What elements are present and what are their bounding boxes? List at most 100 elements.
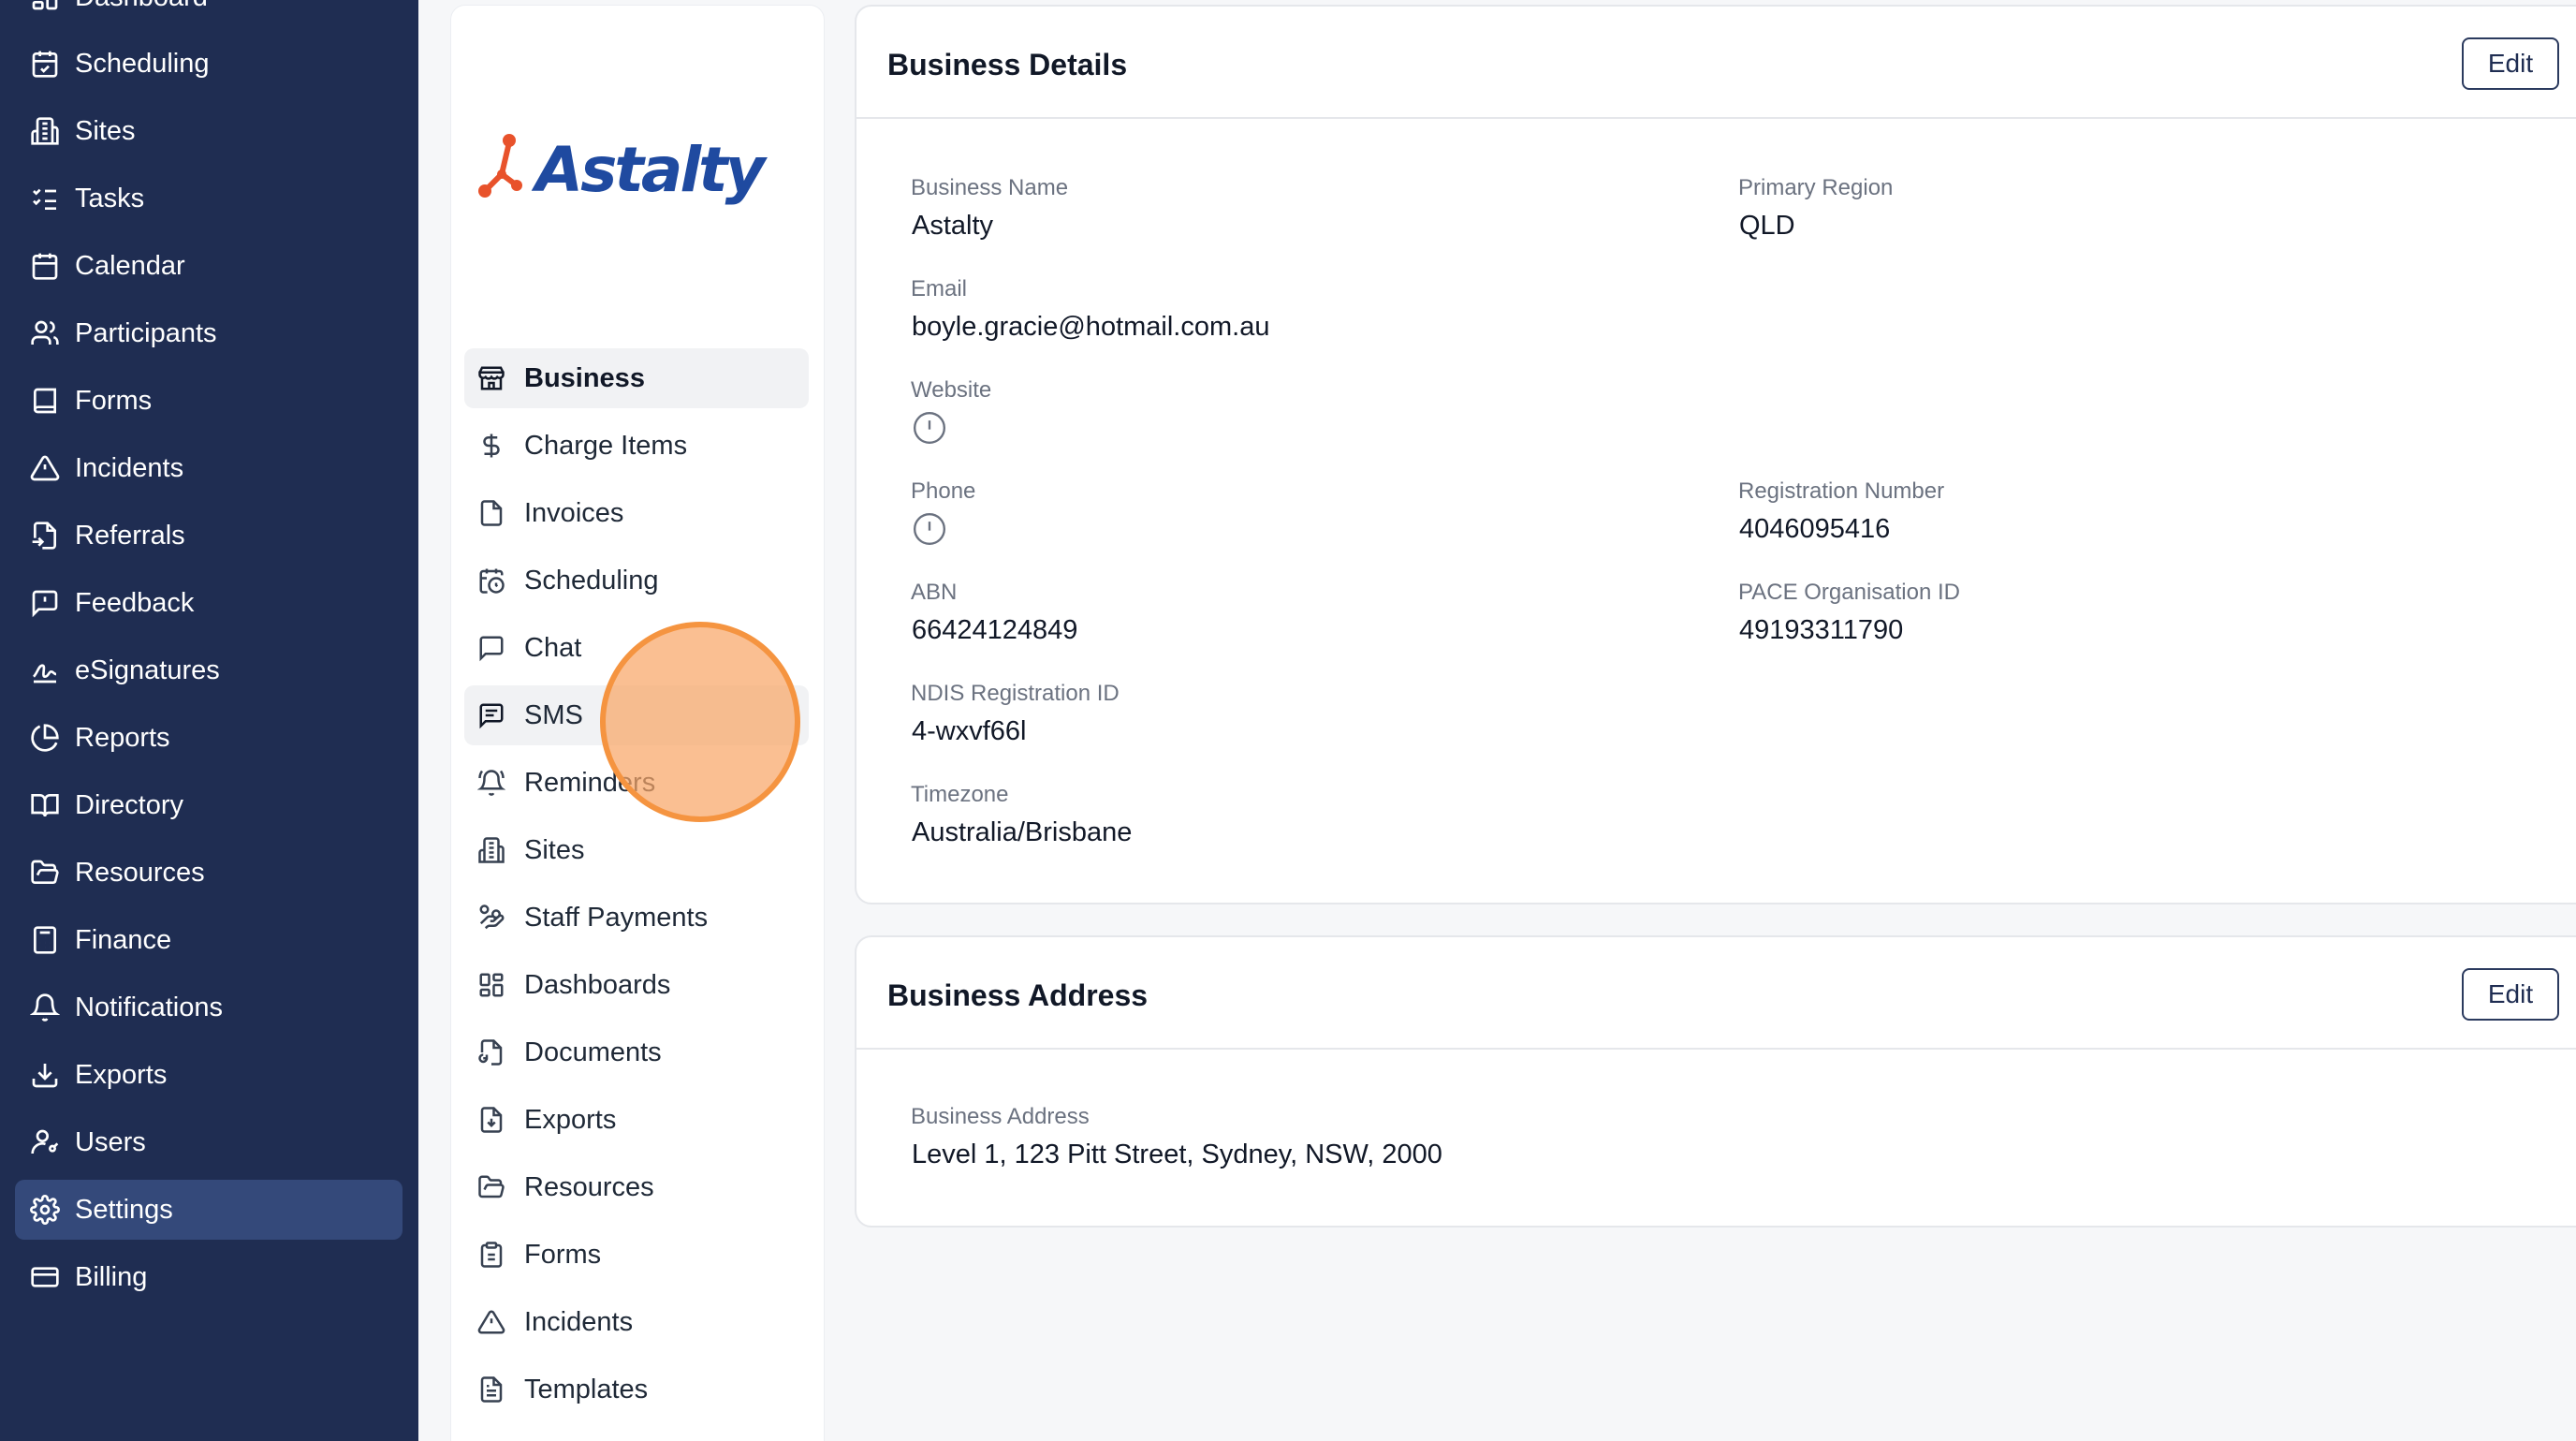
- settings-nav-resources[interactable]: Resources: [464, 1157, 809, 1217]
- ndis-id-label: NDIS Registration ID: [911, 681, 1120, 706]
- pace-id-value: 49193311790: [1739, 615, 1904, 645]
- sidebar-item-settings[interactable]: Settings: [15, 1180, 402, 1240]
- sidebar-item-scheduling[interactable]: Scheduling: [15, 34, 402, 94]
- settings-nav-charge-items[interactable]: Charge Items: [464, 416, 809, 476]
- clipboard-icon: [477, 1241, 505, 1269]
- website-label: Website: [911, 377, 992, 403]
- book-open-icon: [30, 790, 60, 820]
- store-icon: [477, 364, 505, 392]
- settings-nav-staff-payments[interactable]: Staff Payments: [464, 888, 809, 948]
- settings-nav-invoices[interactable]: Invoices: [464, 483, 809, 543]
- sidebar-item-label: Dashboard: [75, 0, 208, 13]
- settings-nav-incidents[interactable]: Incidents: [464, 1292, 809, 1352]
- edit-business-details-button[interactable]: Edit: [2462, 37, 2559, 90]
- sidebar-item-label: Forms: [75, 385, 153, 416]
- click-indicator: [600, 622, 800, 822]
- sidebar-item-label: Exports: [75, 1059, 168, 1090]
- warning-triangle-icon: [30, 453, 60, 483]
- sidebar-item-notifications[interactable]: Notifications: [15, 978, 402, 1037]
- sidebar-item-label: Notifications: [75, 992, 223, 1022]
- business-address-label: Business Address: [911, 1104, 1090, 1129]
- message-text-icon: [477, 701, 505, 729]
- sidebar-item-exports[interactable]: Exports: [15, 1045, 402, 1105]
- sidebar-item-feedback[interactable]: Feedback: [15, 573, 402, 633]
- sidebar-item-label: Incidents: [75, 452, 184, 483]
- gear-icon: [30, 1195, 60, 1225]
- sidebar-item-reports[interactable]: Reports: [15, 708, 402, 768]
- sidebar-item-sites[interactable]: Sites: [15, 101, 402, 161]
- sidebar-item-tasks[interactable]: Tasks: [15, 169, 402, 228]
- sidebar-item-label: Referrals: [75, 520, 185, 551]
- settings-nav-label: Staff Payments: [524, 902, 709, 933]
- settings-nav-templates[interactable]: Templates: [464, 1360, 809, 1419]
- settings-nav-label: Resources: [524, 1171, 654, 1202]
- sidebar-item-forms[interactable]: Forms: [15, 371, 402, 431]
- settings-nav-forms[interactable]: Forms: [464, 1225, 809, 1285]
- dashboard-icon: [30, 0, 60, 12]
- settings-nav-business[interactable]: Business: [464, 348, 809, 408]
- sidebar-item-label: Participants: [75, 317, 217, 348]
- building-icon: [30, 116, 60, 146]
- sidebar-item-directory[interactable]: Directory: [15, 775, 402, 835]
- card-header: Business Details Edit: [856, 7, 2576, 119]
- phone-label: Phone: [911, 478, 976, 504]
- sidebar-item-referrals[interactable]: Referrals: [15, 506, 402, 566]
- sidebar-item-label: eSignatures: [75, 654, 220, 685]
- settings-nav-documents[interactable]: Documents: [464, 1022, 809, 1082]
- timezone-label: Timezone: [911, 782, 1009, 807]
- business-address-title: Business Address: [887, 978, 1149, 1012]
- settings-nav-label: Sites: [524, 834, 585, 865]
- registration-number-label: Registration Number: [1738, 478, 1945, 504]
- primary-region-value: QLD: [1739, 211, 1795, 241]
- email-value: boyle.gracie@hotmail.com.au: [912, 312, 1270, 342]
- settings-nav-scheduling[interactable]: Scheduling: [464, 551, 809, 610]
- file-text-icon: [477, 1375, 505, 1404]
- calendar-check-icon: [30, 49, 60, 79]
- settings-nav-label: Forms: [524, 1239, 602, 1270]
- users-icon: [30, 318, 60, 348]
- sidebar-item-esignatures[interactable]: eSignatures: [15, 640, 402, 700]
- business-address-card: Business Address Edit Business Address L…: [855, 935, 2576, 1228]
- business-address-value: Level 1, 123 Pitt Street, Sydney, NSW, 2…: [912, 1140, 1442, 1169]
- sidebar-item-label: Billing: [75, 1261, 148, 1292]
- sidebar-item-label: Feedback: [75, 587, 195, 618]
- edit-business-address-button[interactable]: Edit: [2462, 968, 2559, 1021]
- svg-text:Astalty: Astalty: [531, 134, 768, 206]
- settings-nav-label: Scheduling: [524, 565, 659, 596]
- sidebar-item-billing[interactable]: Billing: [15, 1247, 402, 1307]
- list-checks-icon: [30, 184, 60, 213]
- sidebar-item-dashboard[interactable]: Dashboard: [15, 0, 402, 27]
- sidebar-item-participants[interactable]: Participants: [15, 303, 402, 363]
- sidebar-item-label: Tasks: [75, 183, 145, 213]
- building-icon: [477, 836, 505, 864]
- sidebar-item-label: Directory: [75, 789, 184, 820]
- sidebar-item-label: Sites: [75, 115, 136, 146]
- settings-nav-label: Documents: [524, 1037, 662, 1067]
- sidebar-item-calendar[interactable]: Calendar: [15, 236, 402, 296]
- abn-value: 66424124849: [912, 615, 1078, 645]
- dashboard-icon: [477, 971, 505, 999]
- folder-open-icon: [477, 1173, 505, 1201]
- sidebar-item-users[interactable]: Users: [15, 1112, 402, 1172]
- bell-ring-icon: [477, 769, 505, 797]
- business-details-card: Business Details Edit Business Name Asta…: [855, 5, 2576, 904]
- settings-nav-sites[interactable]: Sites: [464, 820, 809, 880]
- hand-coins-icon: [477, 904, 505, 932]
- credit-card-icon: [30, 1262, 60, 1292]
- folder-open-icon: [30, 858, 60, 888]
- settings-nav-dashboards[interactable]: Dashboards: [464, 955, 809, 1015]
- sidebar-item-incidents[interactable]: Incidents: [15, 438, 402, 498]
- bell-icon: [30, 993, 60, 1022]
- business-name-label: Business Name: [911, 175, 1069, 200]
- email-label: Email: [911, 276, 968, 301]
- sidebar-item-finance[interactable]: Finance: [15, 910, 402, 970]
- warning-triangle-icon: [477, 1308, 505, 1336]
- file-import-icon: [30, 521, 60, 551]
- timezone-value: Australia/Brisbane: [912, 817, 1133, 847]
- info-circle-icon: [912, 511, 947, 547]
- settings-nav-exports[interactable]: Exports: [464, 1090, 809, 1150]
- sidebar-item-resources[interactable]: Resources: [15, 843, 402, 903]
- sidebar-item-label: Calendar: [75, 250, 185, 281]
- settings-nav-label: Business: [524, 362, 645, 393]
- calendar-icon: [30, 251, 60, 281]
